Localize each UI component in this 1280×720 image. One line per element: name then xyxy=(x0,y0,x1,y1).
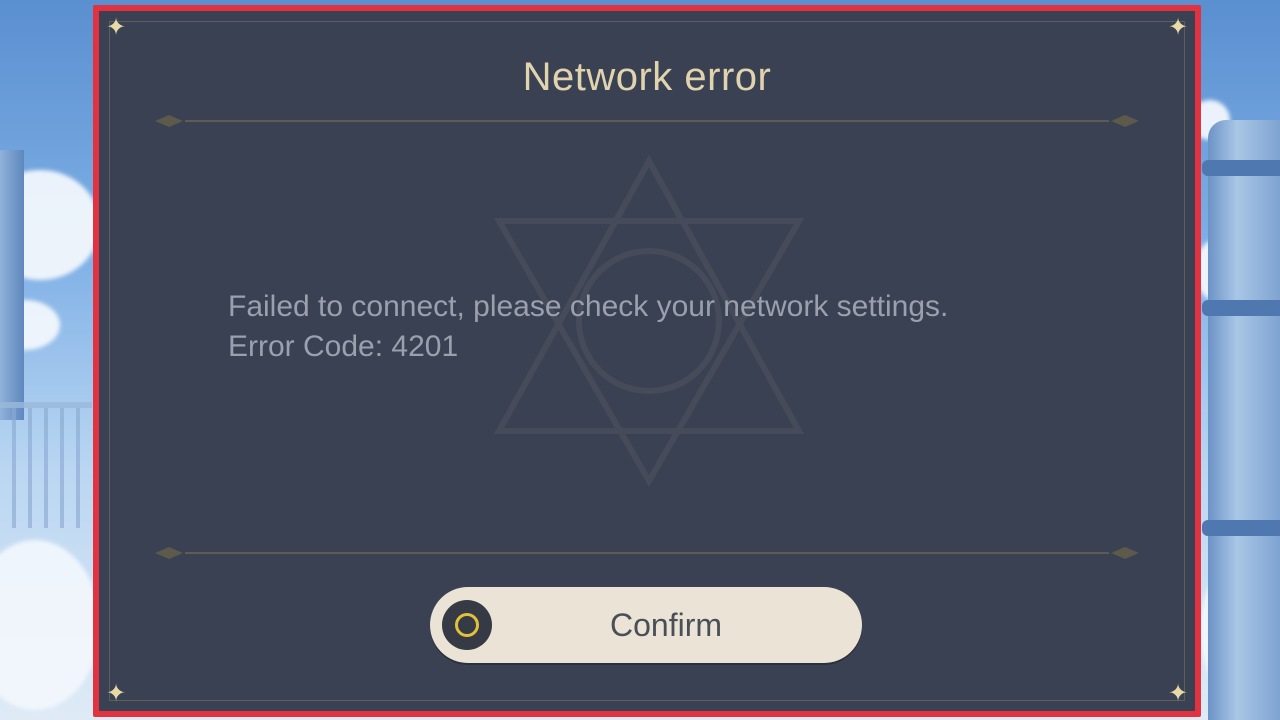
cloud xyxy=(0,540,100,710)
highlight-frame xyxy=(93,5,1201,717)
bridge-left xyxy=(0,402,92,528)
tower-left xyxy=(0,150,24,420)
tower-right xyxy=(1202,120,1280,720)
